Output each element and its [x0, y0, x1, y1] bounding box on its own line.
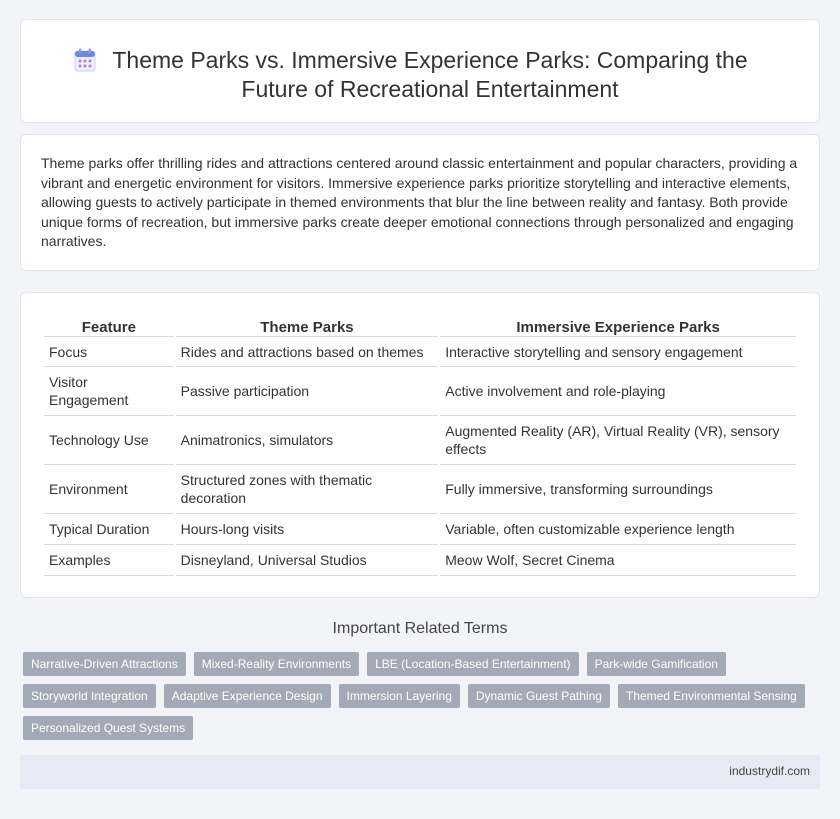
related-term-tag[interactable]: Immersion Layering — [338, 684, 460, 708]
related-term-tag[interactable]: Park-wide Gamification — [586, 652, 726, 676]
row-theme-value: Passive participation — [175, 367, 439, 416]
row-feature: Environment — [44, 465, 174, 514]
comparison-table: Feature Theme Parks Immersive Experience… — [42, 315, 798, 576]
footer-site-link[interactable]: industrydif.com — [729, 764, 810, 778]
table-row: Examples Disneyland, Universal Studios M… — [44, 545, 796, 576]
row-feature: Focus — [44, 337, 174, 367]
row-theme-value: Disneyland, Universal Studios — [175, 545, 439, 576]
table-row: Technology Use Animatronics, simulators … — [44, 416, 796, 465]
table-row: Focus Rides and attractions based on the… — [44, 337, 796, 367]
row-feature: Examples — [44, 545, 174, 576]
row-theme-value: Structured zones with thematic decoratio… — [175, 465, 439, 514]
title-wrap: Theme Parks vs. Immersive Experience Par… — [21, 46, 819, 104]
page-title: Theme Parks vs. Immersive Experience Par… — [112, 47, 748, 102]
header-feature: Feature — [44, 315, 174, 337]
row-immersive-value: Interactive storytelling and sensory eng… — [440, 337, 796, 367]
related-term-tag[interactable]: Mixed-Reality Environments — [193, 652, 360, 676]
related-term-tag[interactable]: Themed Environmental Sensing — [617, 684, 805, 708]
header-theme-parks: Theme Parks — [175, 315, 439, 337]
row-theme-value: Hours-long visits — [175, 514, 439, 545]
row-immersive-value: Variable, often customizable experience … — [440, 514, 796, 545]
comparison-card: Feature Theme Parks Immersive Experience… — [20, 292, 820, 598]
row-immersive-value: Augmented Reality (AR), Virtual Reality … — [440, 416, 796, 465]
table-row: Environment Structured zones with themat… — [44, 465, 796, 514]
row-theme-value: Rides and attractions based on themes — [175, 337, 439, 367]
related-terms-title: Important Related Terms — [332, 620, 508, 637]
intro-paragraph: Theme parks offer thrilling rides and at… — [41, 155, 798, 250]
row-feature: Typical Duration — [44, 514, 174, 545]
table-row: Typical Duration Hours-long visits Varia… — [44, 514, 796, 545]
related-term-tag[interactable]: Narrative-Driven Attractions — [23, 652, 186, 676]
related-term-tag[interactable]: Adaptive Experience Design — [163, 684, 331, 708]
related-term-tag[interactable]: LBE (Location-Based Entertainment) — [367, 652, 579, 676]
related-term-tag[interactable]: Dynamic Guest Pathing — [467, 684, 610, 708]
row-immersive-value: Meow Wolf, Secret Cinema — [440, 545, 796, 576]
calendar-icon — [74, 48, 96, 72]
header-immersive-parks: Immersive Experience Parks — [440, 315, 796, 337]
table-row: Visitor Engagement Passive participation… — [44, 367, 796, 416]
related-terms-list: Narrative-Driven Attractions Mixed-Reali… — [23, 652, 813, 740]
footer: industrydif.com — [20, 755, 820, 789]
title-card: Theme Parks vs. Immersive Experience Par… — [20, 19, 820, 123]
row-theme-value: Animatronics, simulators — [175, 416, 439, 465]
intro-card: Theme parks offer thrilling rides and at… — [20, 134, 820, 271]
row-immersive-value: Active involvement and role-playing — [440, 367, 796, 416]
related-term-tag[interactable]: Personalized Quest Systems — [23, 716, 194, 740]
row-feature: Technology Use — [44, 416, 174, 465]
table-header-row: Feature Theme Parks Immersive Experience… — [44, 315, 796, 337]
related-term-tag[interactable]: Storyworld Integration — [23, 684, 156, 708]
row-immersive-value: Fully immersive, transforming surroundin… — [440, 465, 796, 514]
row-feature: Visitor Engagement — [44, 367, 174, 416]
